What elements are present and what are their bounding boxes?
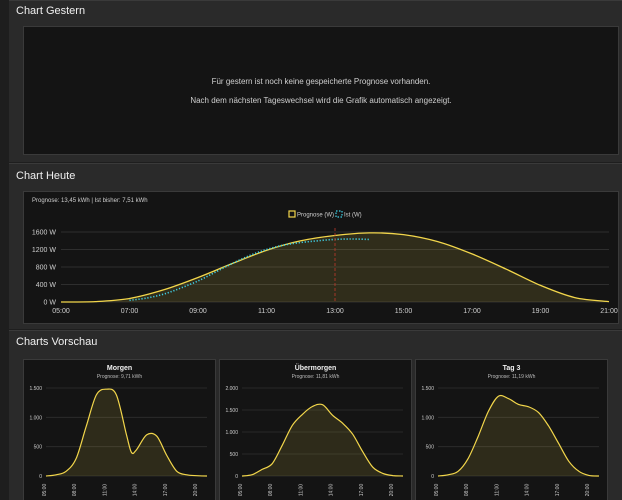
y-tick-label: 400 W: [36, 282, 57, 289]
legend-swatch: [288, 210, 296, 218]
y-tick-label: 500: [426, 445, 435, 451]
chart-gestern-panel: Für gestern ist noch keine gespeicherte …: [23, 26, 619, 155]
y-tick-label: 1.000: [29, 415, 42, 421]
x-tick-label: 11:00: [298, 484, 304, 496]
x-tick-label: 20:00: [585, 484, 591, 497]
x-tick-label: 05:00: [238, 484, 244, 497]
y-tick-label: 0: [431, 474, 434, 480]
x-tick-label: 14:00: [133, 484, 139, 497]
section-title-heute: Chart Heute: [16, 170, 76, 182]
section-title-gestern: Chart Gestern: [16, 5, 86, 17]
x-tick-label: 17:00: [359, 484, 365, 497]
x-tick-label: 14:00: [525, 484, 531, 497]
y-tick-label: 1.000: [421, 415, 434, 421]
y-tick-label: 0: [235, 474, 238, 480]
mini-chart-morgen: Morgen Prognose: 9,71 kWh 0 500 1.000 1.500…: [23, 359, 216, 500]
y-tick-label: 0: [39, 474, 42, 480]
x-tick-label: 08:00: [72, 484, 78, 497]
section-charts-vorschau: Charts Vorschau Morgen Prognose: 9,71 kW…: [9, 330, 622, 500]
y-tick-label: 1.500: [225, 408, 238, 414]
section-chart-heute: Chart Heute Prognose (W) Ist (W) 0 W 400 W 8…: [9, 163, 622, 329]
forecast-area: [438, 395, 599, 476]
x-tick-label: 21:00: [600, 308, 618, 315]
x-tick-label: 05:00: [52, 308, 70, 315]
y-tick-label: 1.500: [29, 386, 42, 392]
x-tick-label: 05:00: [434, 484, 440, 497]
chart-heute-svg: Prognose (W) Ist (W) 0 W 400 W 800 W 1200 W 16…: [32, 210, 618, 315]
y-tick-label: 500: [230, 452, 239, 458]
x-tick-label: 11:00: [102, 484, 108, 496]
x-tick-label: 08:00: [464, 484, 470, 497]
x-tick-label: 15:00: [395, 308, 413, 315]
x-tick-label: 11:00: [258, 308, 275, 315]
x-tick-label: 09:00: [189, 308, 207, 315]
y-tick-label: 1200 W: [32, 247, 57, 254]
y-tick-label: 1.500: [421, 386, 434, 392]
x-tick-label: 20:00: [193, 484, 199, 497]
y-tick-label: 1600 W: [32, 230, 57, 237]
chart-heute-subtitle: Prognose: 13,45 kWh | Ist bisher: 7,51 k…: [32, 198, 148, 204]
x-tick-label: 07:00: [121, 308, 139, 315]
x-tick-label: 14:00: [329, 484, 335, 497]
x-tick-label: 20:00: [389, 484, 395, 497]
auto-display-message: Nach dem nächsten Tageswechsel wird die …: [190, 96, 452, 105]
x-tick-label: 19:00: [532, 308, 550, 315]
mini-chart-morgen-svg: 0 500 1.000 1.500 05:00 08:00 11:00 14:00 17:00 2…: [29, 386, 208, 497]
no-forecast-message: Für gestern ist noch keine gespeicherte …: [211, 77, 431, 86]
mini-chart-uebermorgen: Übermorgen Prognose: 11,81 kWh 0 500 1.000…: [219, 359, 412, 500]
y-tick-label: 0 W: [44, 300, 57, 307]
x-tick-label: 05:00: [42, 484, 48, 497]
mini-chart-tag3: Tag 3 Prognose: 11,19 kWh 0 500 1.000 1.500…: [415, 359, 608, 500]
x-tick-label: 08:00: [268, 484, 274, 497]
y-tick-label: 1.000: [225, 430, 238, 436]
forecast-area: [242, 404, 403, 476]
y-tick-label: 500: [34, 445, 43, 451]
x-tick-label: 13:00: [326, 308, 344, 315]
y-tick-label: 2.000: [225, 386, 238, 392]
mini-chart-uebermorgen-svg: 0 500 1.000 1.500 2.000 05:00 08:00 11:00 14:00 1…: [225, 386, 404, 497]
x-tick-label: 17:00: [555, 484, 561, 497]
x-tick-label: 11:00: [494, 484, 500, 496]
y-tick-label: 800 W: [36, 265, 57, 272]
legend-label: Ist (W): [344, 213, 362, 219]
legend-label: Prognose (W): [297, 213, 334, 219]
section-title-vorschau: Charts Vorschau: [16, 336, 98, 348]
section-chart-gestern: Chart Gestern Für gestern ist noch keine…: [9, 0, 622, 162]
chart-heute-panel: Prognose (W) Ist (W) 0 W 400 W 800 W 1200 W 16…: [23, 191, 619, 324]
x-tick-label: 17:00: [163, 484, 169, 497]
x-tick-label: 17:00: [463, 308, 481, 315]
legend-swatch: [335, 210, 343, 218]
mini-chart-tag3-svg: 0 500 1.000 1.500 05:00 08:00 11:00 14:00 17:00 2…: [421, 386, 600, 497]
